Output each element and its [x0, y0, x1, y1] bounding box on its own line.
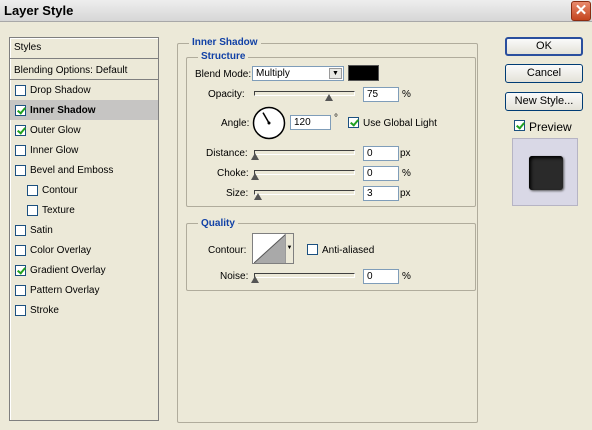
chevron-down-icon: ▼: [329, 68, 342, 79]
blend-mode-label: Blend Mode:: [195, 69, 252, 80]
style-item-label: Inner Shadow: [30, 104, 96, 116]
style-item-label: Gradient Overlay: [30, 264, 106, 276]
preview-label[interactable]: Preview: [529, 120, 572, 134]
style-checkbox[interactable]: [15, 104, 26, 116]
style-item-inner-glow[interactable]: Inner Glow: [10, 140, 158, 160]
style-item-label: Contour: [42, 184, 78, 196]
style-item-inner-shadow[interactable]: Inner Shadow: [10, 100, 158, 120]
use-global-light-label[interactable]: Use Global Light: [363, 118, 437, 129]
noise-unit: %: [402, 271, 411, 282]
choke-slider-thumb[interactable]: [251, 173, 259, 180]
choke-label: Choke:: [217, 168, 249, 179]
style-item-stroke[interactable]: Stroke: [10, 300, 158, 320]
style-item-label: Inner Glow: [30, 144, 79, 156]
angle-unit: °: [334, 113, 338, 124]
style-item-label: Outer Glow: [30, 124, 81, 136]
style-item-contour[interactable]: Contour: [10, 180, 158, 200]
distance-slider-thumb[interactable]: [251, 153, 259, 160]
style-checkbox[interactable]: [15, 304, 26, 316]
style-item-bevel-and-emboss[interactable]: Bevel and Emboss: [10, 160, 158, 180]
style-item-label: Texture: [42, 204, 75, 216]
style-item-texture[interactable]: Texture: [10, 200, 158, 220]
style-item-color-overlay[interactable]: Color Overlay: [10, 240, 158, 260]
style-item-label: Drop Shadow: [30, 84, 91, 96]
style-checkbox[interactable]: [15, 244, 26, 256]
styles-panel: Styles Blending Options: Default Drop Sh…: [9, 37, 159, 421]
style-item-pattern-overlay[interactable]: Pattern Overlay: [10, 280, 158, 300]
size-slider-track[interactable]: [254, 190, 355, 195]
angle-dial[interactable]: [252, 106, 286, 140]
style-item-drop-shadow[interactable]: Drop Shadow: [10, 80, 158, 100]
style-item-label: Satin: [30, 224, 53, 236]
distance-slider-track[interactable]: [254, 150, 355, 155]
distance-label: Distance:: [206, 148, 248, 159]
blending-options-item[interactable]: Blending Options: Default: [10, 60, 158, 80]
contour-picker[interactable]: ▼: [252, 233, 294, 264]
style-checkbox[interactable]: [15, 124, 26, 136]
anti-aliased-checkbox[interactable]: [307, 244, 318, 255]
style-checkbox[interactable]: [15, 164, 26, 176]
style-checkbox[interactable]: [15, 224, 26, 236]
contour-label: Contour:: [208, 245, 247, 256]
style-item-label: Stroke: [30, 304, 59, 316]
opacity-unit: %: [402, 89, 411, 100]
inner-shadow-title: Inner Shadow: [189, 37, 261, 48]
opacity-slider-track[interactable]: [254, 91, 355, 96]
angle-label: Angle:: [221, 118, 250, 129]
noise-slider-track[interactable]: [254, 273, 355, 278]
distance-input[interactable]: 0: [363, 146, 399, 161]
preview-checkbox[interactable]: [514, 120, 525, 131]
style-item-label: Pattern Overlay: [30, 284, 100, 296]
anti-aliased-label[interactable]: Anti-aliased: [322, 245, 374, 256]
style-item-label: Color Overlay: [30, 244, 92, 256]
title-bar: Layer Style ✕: [0, 0, 592, 22]
size-input[interactable]: 3: [363, 186, 399, 201]
style-item-label: Bevel and Emboss: [30, 164, 114, 176]
style-item-satin[interactable]: Satin: [10, 220, 158, 240]
angle-input[interactable]: 120: [290, 115, 331, 130]
style-checkbox[interactable]: [15, 264, 26, 276]
noise-input[interactable]: 0: [363, 269, 399, 284]
use-global-light-checkbox[interactable]: [348, 117, 359, 128]
distance-unit: px: [400, 148, 411, 159]
style-item-outer-glow[interactable]: Outer Glow: [10, 120, 158, 140]
blend-mode-select[interactable]: Multiply ▼: [252, 66, 344, 81]
style-checkbox[interactable]: [15, 284, 26, 296]
style-item-gradient-overlay[interactable]: Gradient Overlay: [10, 260, 158, 280]
close-button[interactable]: ✕: [571, 1, 591, 21]
choke-unit: %: [402, 168, 411, 179]
size-unit: px: [400, 188, 411, 199]
opacity-label: Opacity:: [208, 89, 245, 100]
noise-label: Noise:: [220, 271, 249, 282]
new-style-button[interactable]: New Style...: [505, 92, 583, 111]
cancel-button[interactable]: Cancel: [505, 64, 583, 83]
blend-color-swatch[interactable]: [348, 65, 379, 81]
contour-dropdown-arrow[interactable]: ▼: [285, 234, 293, 263]
preview-thumbnail: [512, 138, 578, 206]
style-checkbox[interactable]: [15, 144, 26, 156]
noise-slider-thumb[interactable]: [251, 276, 259, 283]
style-checkbox[interactable]: [27, 204, 38, 216]
style-checkbox[interactable]: [27, 184, 38, 196]
size-label: Size:: [226, 188, 249, 199]
opacity-slider-thumb[interactable]: [325, 94, 334, 101]
style-checkbox[interactable]: [15, 84, 26, 96]
quality-title: Quality: [198, 218, 238, 229]
preview-swatch: [529, 156, 563, 190]
choke-input[interactable]: 0: [363, 166, 399, 181]
choke-slider-track[interactable]: [254, 170, 355, 175]
styles-header[interactable]: Styles: [10, 38, 158, 59]
contour-curve-icon: [254, 234, 286, 263]
opacity-input[interactable]: 75: [363, 87, 399, 102]
size-slider-thumb[interactable]: [253, 193, 262, 200]
blend-mode-value: Multiply: [256, 68, 290, 79]
structure-title: Structure: [198, 51, 249, 62]
window-title: Layer Style: [4, 3, 74, 18]
ok-button[interactable]: OK: [505, 37, 583, 56]
